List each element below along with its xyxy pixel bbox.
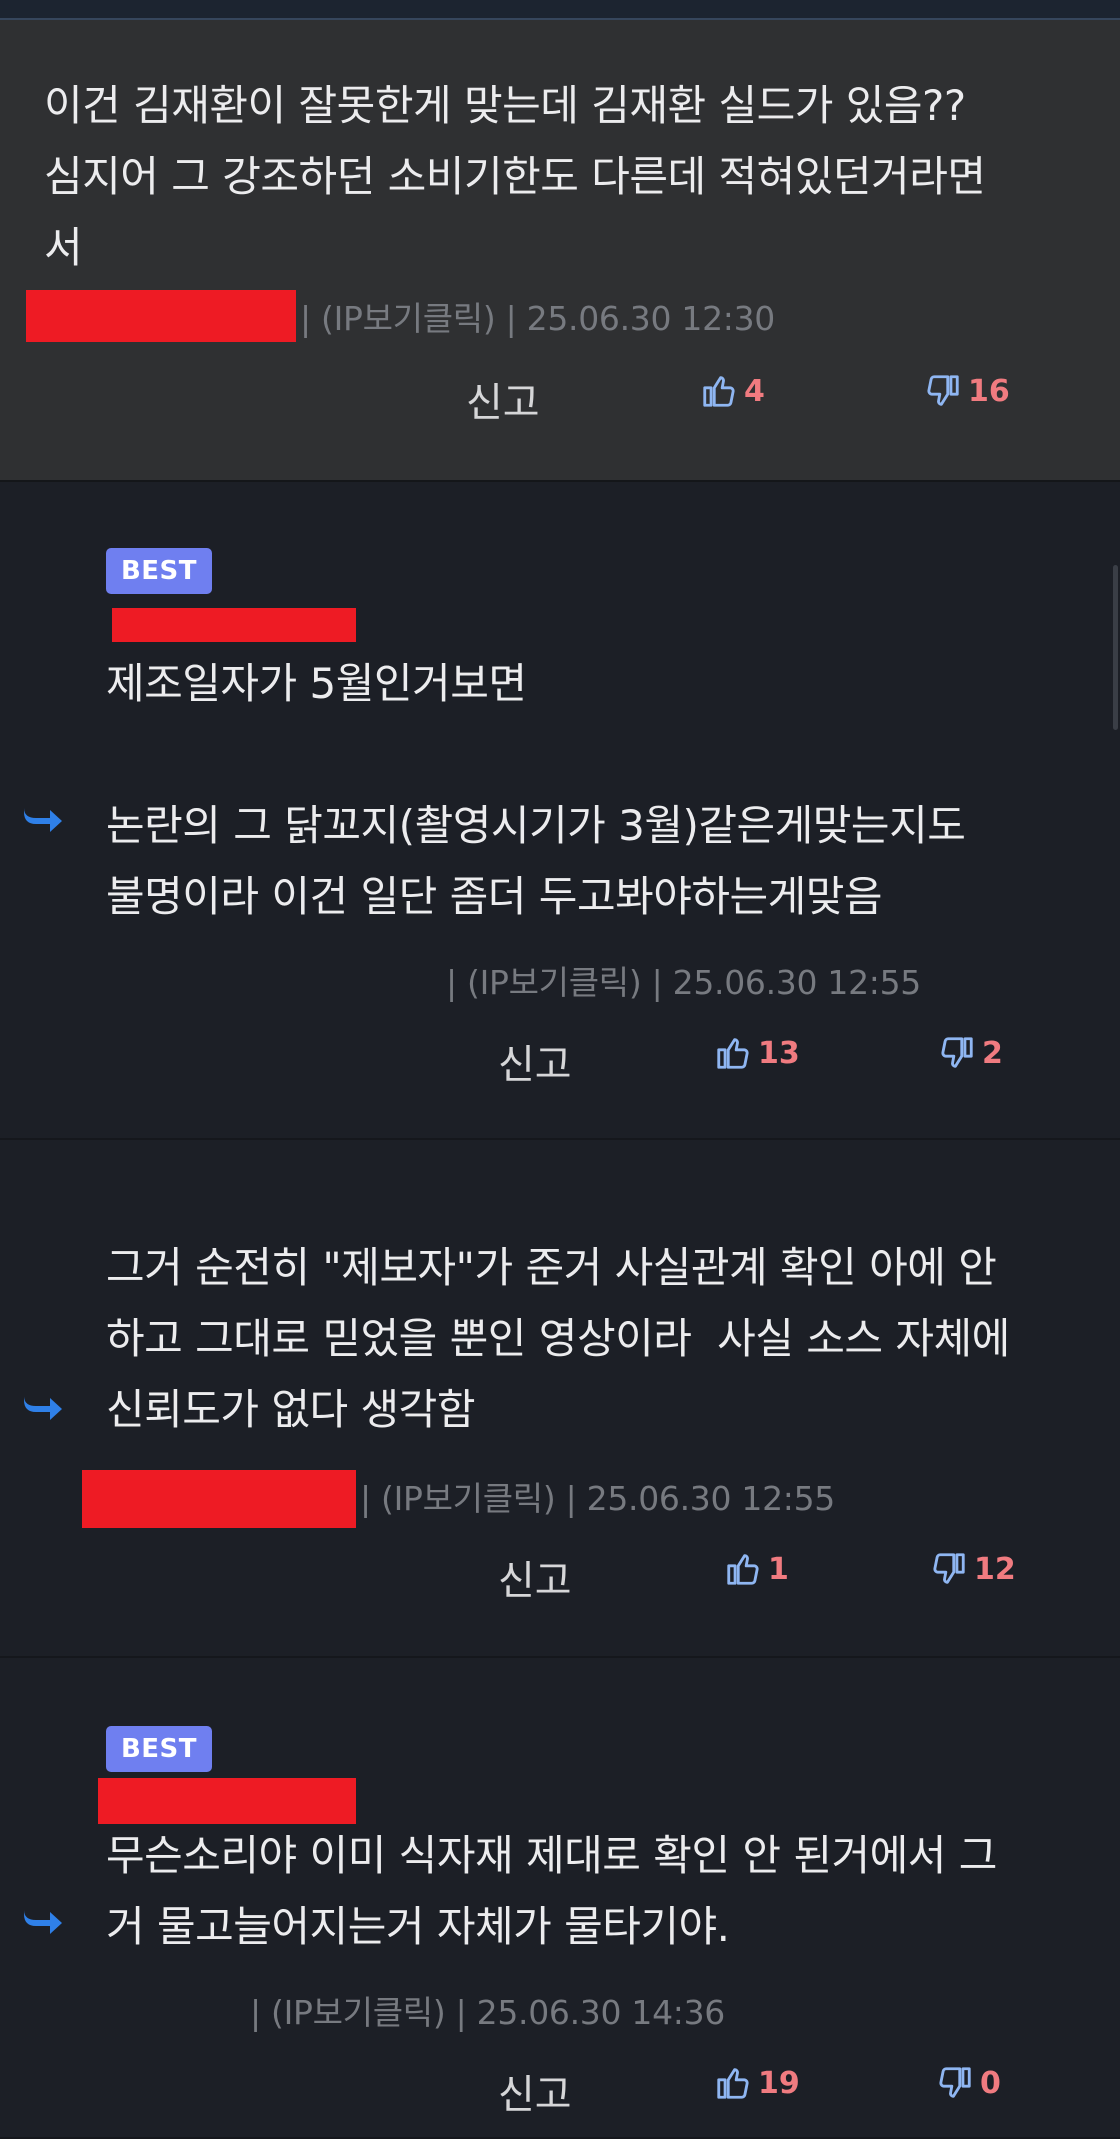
thumbs-down-icon	[941, 1037, 973, 1068]
thumbs-up-icon	[717, 2068, 749, 2099]
reply-arrow-icon	[24, 1384, 62, 1420]
redacted-username	[98, 1778, 356, 1824]
dislike-button[interactable]: 16	[924, 372, 1010, 410]
comment-text: 무슨소리야 이미 식자재 제대로 확인 안 된거에서 그 거 물고늘어지는거 자…	[106, 1831, 997, 1951]
like-button[interactable]: 1	[724, 1550, 789, 1588]
comment-item: 이건 김재환이 잘못한게 맞는데 김재환 실드가 있음?? 심지어 그 강조하던…	[0, 20, 1120, 482]
dislike-count: 2	[982, 1035, 1003, 1071]
report-button[interactable]: 신고	[498, 1548, 572, 1606]
comment-meta[interactable]: | (IP보기클릭) | 25.06.30 12:55	[360, 1472, 835, 1520]
dislike-count: 16	[968, 373, 1010, 409]
thumbs-down-icon	[933, 1553, 965, 1584]
dislike-button[interactable]: 0	[936, 2064, 1001, 2102]
comment-text: 제조일자가 5월인거보면 논란의 그 닭꼬지(촬영시기가 3월)같은게맞는지도 …	[106, 659, 966, 921]
comment-meta[interactable]: | (IP보기클릭) | 25.06.30 12:55	[446, 956, 921, 1004]
thumbs-up-icon	[703, 376, 735, 407]
like-count: 19	[758, 2065, 800, 2101]
reply-arrow-icon	[24, 796, 62, 832]
thumbs-up-icon	[727, 1554, 759, 1585]
dislike-count: 0	[980, 2065, 1001, 2101]
report-button[interactable]: 신고	[498, 1032, 572, 1090]
reply-arrow-icon	[24, 1898, 62, 1934]
reply-comment-item: BEST 무슨소리야 이미 식자재 제대로 확인 안 된거에서 그 거 물고늘어…	[0, 1660, 1120, 2139]
scrollbar[interactable]	[1113, 565, 1118, 730]
report-button[interactable]: 신고	[498, 2062, 572, 2120]
dislike-button[interactable]: 2	[938, 1034, 1003, 1072]
reply-comment-item: 그거 순전히 "제보자"가 준거 사실관계 확인 아에 안 하고 그대로 믿었을…	[0, 1142, 1120, 1658]
thumbs-down-icon	[927, 375, 959, 406]
dislike-button[interactable]: 12	[930, 1550, 1016, 1588]
redacted-username	[82, 1470, 356, 1528]
like-count: 4	[744, 373, 765, 409]
thumbs-down-icon	[939, 2067, 971, 2098]
like-count: 13	[758, 1035, 800, 1071]
best-badge: BEST	[106, 548, 212, 594]
comment-text: 이건 김재환이 잘못한게 맞는데 김재환 실드가 있음?? 심지어 그 강조하던…	[44, 81, 986, 272]
like-button[interactable]: 19	[714, 2064, 800, 2102]
comment-meta[interactable]: | (IP보기클릭) | 25.06.30 14:36	[250, 1986, 725, 2034]
comment-text: 그거 순전히 "제보자"가 준거 사실관계 확인 아에 안 하고 그대로 믿었을…	[106, 1243, 1010, 1434]
like-button[interactable]: 13	[714, 1034, 800, 1072]
thumbs-up-icon	[717, 1038, 749, 1069]
top-bar	[0, 0, 1120, 20]
redacted-username	[112, 608, 356, 642]
best-badge: BEST	[106, 1726, 212, 1772]
like-button[interactable]: 4	[700, 372, 765, 410]
comment-meta[interactable]: | (IP보기클릭) | 25.06.30 12:30	[300, 292, 775, 340]
reply-comment-item: BEST 제조일자가 5월인거보면 논란의 그 닭꼬지(촬영시기가 3월)같은게…	[0, 484, 1120, 1140]
report-button[interactable]: 신고	[466, 370, 540, 428]
dislike-count: 12	[974, 1551, 1016, 1587]
redacted-username	[26, 290, 296, 342]
like-count: 1	[768, 1551, 789, 1587]
